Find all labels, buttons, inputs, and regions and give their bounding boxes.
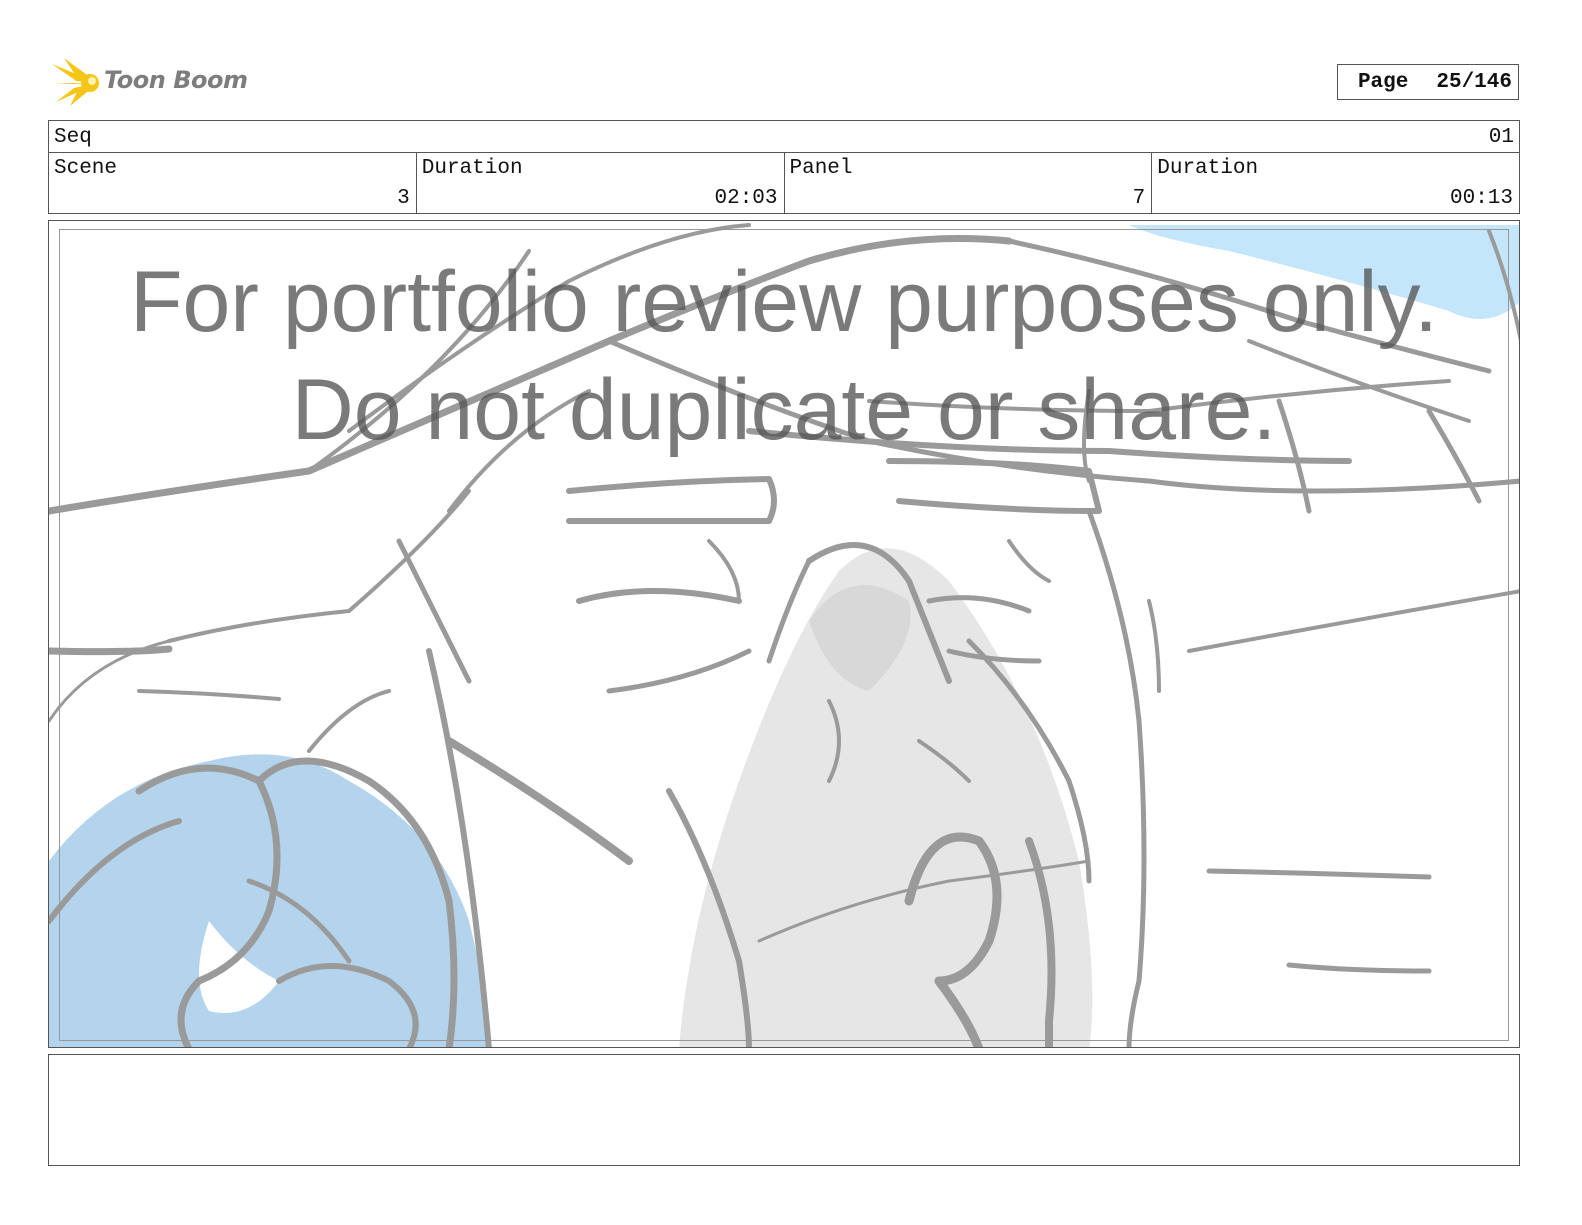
page-label: Page [1357, 70, 1409, 94]
page-counter: Page 25/146 [1337, 64, 1519, 100]
sequence-row: Seq 01 [49, 121, 1519, 153]
scene-value: 3 [397, 187, 410, 210]
toon-boom-logo: Toon Boom [50, 56, 250, 110]
scene-duration-label: Duration [421, 157, 523, 180]
scene-duration-value: 02:03 [714, 187, 778, 210]
page-number: 25/146 [1436, 70, 1512, 94]
panel-value: 7 [1132, 187, 1146, 210]
seq-value: 01 [1488, 126, 1514, 149]
sunburst-icon [52, 58, 99, 106]
panel-duration-label: Duration [1157, 157, 1259, 180]
panel-cell: Panel 7 [785, 153, 1153, 213]
watermark-line-1: For portfolio review purposes only. [129, 254, 1439, 350]
panel-duration-value: 00:13 [1449, 187, 1513, 210]
watermark-line-2: Do not duplicate or share. [291, 362, 1277, 458]
panel-notes-box [48, 1054, 1520, 1166]
seq-label: Seq [54, 126, 92, 149]
scene-label: Scene [54, 157, 118, 180]
panel-duration-cell: Duration 00:13 [1152, 153, 1519, 213]
logo-text: Toon Boom [104, 66, 248, 94]
panel-label: Panel [789, 157, 853, 180]
scene-cell: Scene 3 [49, 153, 417, 213]
storyboard-header: Seq 01 Scene 3 Duration 02:03 Panel 7 Du… [48, 120, 1520, 214]
scene-duration-cell: Duration 02:03 [417, 153, 785, 213]
storyboard-panel-image: For portfolio review purposes only. Do n… [48, 220, 1520, 1048]
